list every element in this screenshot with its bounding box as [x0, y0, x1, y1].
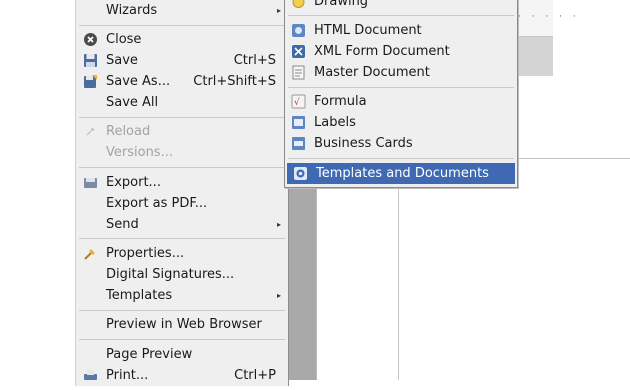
menu-item-shortcut: Ctrl+Shift+S: [193, 74, 276, 89]
print-icon: [83, 368, 98, 383]
submenu-item-html-document[interactable]: HTML Document: [285, 20, 517, 41]
menu-item-label: Export...: [106, 175, 161, 190]
submenu-item-master-document[interactable]: Master Document: [285, 62, 517, 83]
menu-item-label: Page Preview: [106, 347, 193, 362]
new-submenu: Drawing HTML Document XML Form Document …: [284, 0, 518, 188]
menu-item-label: Business Cards: [314, 136, 413, 151]
menu-separator: [288, 15, 514, 16]
menu-item-digital-signatures[interactable]: Digital Signatures...: [76, 264, 288, 285]
labels-icon: [291, 115, 306, 130]
submenu-item-formula[interactable]: √ Formula: [285, 91, 517, 112]
master-document-icon: [291, 65, 306, 80]
menu-item-label: Save: [106, 53, 138, 68]
export-icon: [83, 175, 98, 190]
menu-item-label: Reload: [106, 124, 151, 139]
submenu-arrow-icon: ▸: [276, 291, 281, 300]
business-cards-icon: [291, 136, 306, 151]
menu-item-label: Master Document: [314, 65, 430, 80]
menu-separator: [288, 87, 514, 88]
menu-item-label: Save All: [106, 95, 159, 110]
menu-item-save-as[interactable]: Save As... Ctrl+Shift+S: [76, 71, 288, 92]
xml-form-icon: [291, 44, 306, 59]
menu-item-label: Templates and Documents: [316, 166, 489, 181]
menu-item-reload: Reload: [76, 121, 288, 142]
menu-item-wizards[interactable]: Wizards ▸: [76, 0, 288, 21]
menu-separator: [79, 339, 285, 340]
menu-item-export[interactable]: Export...: [76, 172, 288, 193]
menu-item-export-pdf[interactable]: Export as PDF...: [76, 193, 288, 214]
menu-item-label: Send: [106, 217, 139, 232]
menu-item-send[interactable]: Send ▸: [76, 214, 288, 235]
menu-item-save-all[interactable]: Save All: [76, 92, 288, 113]
menu-item-label: Export as PDF...: [106, 196, 208, 211]
menu-item-label: Drawing: [314, 0, 369, 9]
menu-item-properties[interactable]: Properties...: [76, 243, 288, 264]
save-as-icon: [83, 74, 98, 89]
menu-separator: [79, 25, 285, 26]
menu-item-close[interactable]: Close: [76, 29, 288, 50]
menu-item-page-preview[interactable]: Page Preview: [76, 344, 288, 365]
svg-text:√: √: [294, 97, 300, 108]
submenu-item-drawing[interactable]: Drawing: [285, 0, 517, 12]
templates-documents-icon: [293, 166, 308, 181]
page-margin-guide-vertical: [398, 158, 399, 380]
submenu-arrow-icon: ▸: [276, 220, 281, 229]
menu-separator: [79, 310, 285, 311]
submenu-item-templates-documents[interactable]: Templates and Documents: [287, 163, 515, 184]
reload-icon: [83, 124, 98, 139]
menu-item-shortcut: Ctrl+S: [233, 53, 276, 68]
menu-item-label: Preview in Web Browser: [106, 317, 262, 332]
ruler-ticks: · · · · ·: [518, 12, 580, 22]
menu-item-label: Versions...: [106, 145, 173, 160]
save-icon: [83, 53, 98, 68]
menu-item-shortcut: Ctrl+P: [234, 368, 276, 383]
menu-item-templates[interactable]: Templates ▸: [76, 285, 288, 306]
menu-item-label: XML Form Document: [314, 44, 450, 59]
menu-item-label: Close: [106, 32, 142, 47]
menu-item-versions: Versions...: [76, 142, 288, 163]
menu-item-label: Templates: [106, 288, 173, 303]
menu-item-label: Print...: [106, 368, 149, 383]
close-icon: [83, 32, 98, 47]
menu-item-preview-web[interactable]: Preview in Web Browser: [76, 314, 288, 335]
menu-separator: [79, 117, 285, 118]
menu-item-label: Formula: [314, 94, 367, 109]
menu-separator: [79, 238, 285, 239]
menu-item-label: Digital Signatures...: [106, 267, 235, 282]
html-document-icon: [291, 23, 306, 38]
menu-separator: [79, 167, 285, 168]
menu-item-label: Labels: [314, 115, 356, 130]
submenu-item-xml-form[interactable]: XML Form Document: [285, 41, 517, 62]
file-menu: Wizards ▸ Close Save Ctrl+S Save As... C…: [75, 0, 289, 386]
menu-item-print[interactable]: Print... Ctrl+P: [76, 365, 288, 386]
submenu-arrow-icon: ▸: [276, 6, 281, 15]
properties-icon: [83, 246, 98, 261]
menu-item-label: Wizards: [106, 3, 158, 18]
formula-icon: √: [291, 94, 306, 109]
menu-separator: [288, 158, 514, 159]
menu-item-save[interactable]: Save Ctrl+S: [76, 50, 288, 71]
menu-item-label: Save As...: [106, 74, 171, 89]
submenu-item-business-cards[interactable]: Business Cards: [285, 133, 517, 154]
menu-item-label: Properties...: [106, 246, 185, 261]
drawing-icon: [291, 0, 306, 9]
menu-item-label: HTML Document: [314, 23, 422, 38]
submenu-item-labels[interactable]: Labels: [285, 112, 517, 133]
